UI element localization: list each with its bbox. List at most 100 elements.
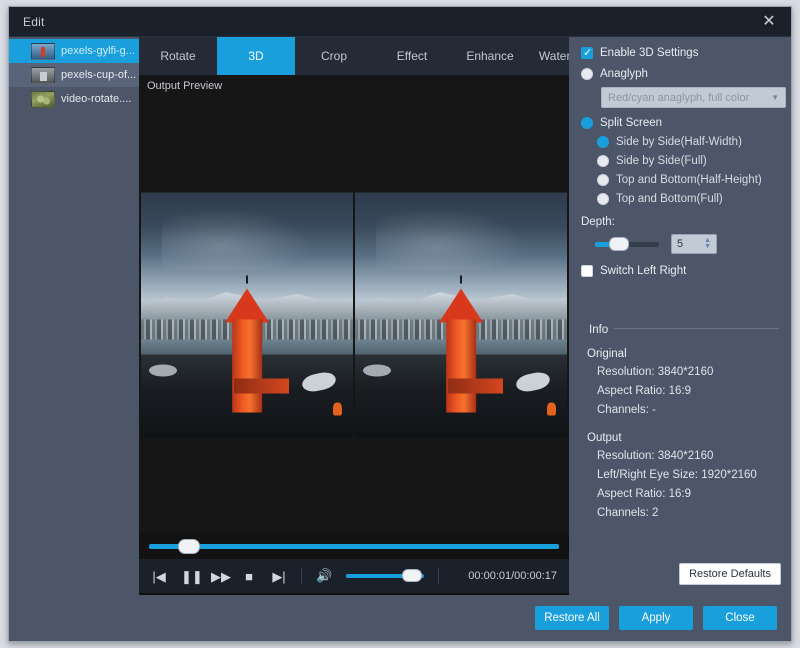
window-body: pexels-gylfi-g... pexels-cup-of... video… <box>9 37 791 595</box>
depth-value: 5 <box>677 238 683 250</box>
info-output-heading: Output <box>587 432 779 444</box>
pause-icon[interactable]: ❚❚ <box>181 570 197 583</box>
info-original-aspect: Aspect Ratio: 16:9 <box>597 385 779 397</box>
enable-3d-checkbox[interactable] <box>581 47 593 59</box>
info-original-channels: Channels: - <box>597 404 779 416</box>
lighthouse-body-shape <box>446 320 476 413</box>
split-screen-radio[interactable] <box>581 117 593 129</box>
editor-main: Rotate 3D Crop Effect Enhance Watermark … <box>139 37 569 595</box>
traffic-cone-shape <box>333 402 342 415</box>
fast-forward-icon[interactable]: ▶▶ <box>211 570 227 583</box>
apply-button[interactable]: Apply <box>619 606 693 630</box>
tab-effect[interactable]: Effect <box>373 37 451 75</box>
info-original-heading: Original <box>587 348 779 360</box>
list-item[interactable]: video-rotate.... <box>9 87 139 111</box>
tab-rotate[interactable]: Rotate <box>139 37 217 75</box>
lighthouse-base-shape <box>234 379 289 394</box>
depth-label: Depth: <box>581 216 791 228</box>
anaglyph-select-value: Red/cyan anaglyph, full color <box>608 92 749 104</box>
file-thumbnail-icon <box>31 43 55 60</box>
divider <box>438 568 439 584</box>
tab-enhance[interactable]: Enhance <box>451 37 529 75</box>
video-preview-3d <box>139 193 569 438</box>
lighthouse-roof-shape <box>225 288 269 322</box>
info-output-aspect: Aspect Ratio: 16:9 <box>597 488 779 500</box>
anaglyph-select[interactable]: Red/cyan anaglyph, full color ▼ <box>601 87 786 108</box>
close-icon[interactable]: ✕ <box>747 7 791 37</box>
info-group: Info Original Resolution: 3840*2160 Aspe… <box>581 320 779 526</box>
depth-slider[interactable] <box>595 242 659 247</box>
list-item[interactable]: pexels-gylfi-g... <box>9 39 139 63</box>
split-option-radio[interactable] <box>597 193 609 205</box>
stop-icon[interactable]: ■ <box>241 570 257 583</box>
split-option-radio[interactable] <box>597 136 609 148</box>
anaglyph-label: Anaglyph <box>600 68 648 80</box>
enable-3d-label: Enable 3D Settings <box>600 47 698 59</box>
tab-3d[interactable]: 3D <box>217 37 295 75</box>
switch-left-right-row[interactable]: Switch Left Right <box>581 265 791 277</box>
list-item[interactable]: pexels-cup-of... <box>9 63 139 87</box>
file-thumbnail-icon <box>31 91 55 108</box>
split-option-side-full[interactable]: Side by Side(Full) <box>597 155 791 167</box>
snow-patch-shape <box>149 364 177 376</box>
info-original-resolution: Resolution: 3840*2160 <box>597 366 779 378</box>
split-option-top-bottom-full[interactable]: Top and Bottom(Full) <box>597 193 791 205</box>
info-output-eye-size: Left/Right Eye Size: 1920*2160 <box>597 469 779 481</box>
preview-panel: Output Preview <box>139 75 569 595</box>
scrubber-row <box>139 533 569 559</box>
seek-slider[interactable] <box>149 544 559 549</box>
stepper-down-icon[interactable]: ▼ <box>704 244 711 250</box>
depth-row: 5 ▲ ▼ <box>581 234 791 254</box>
snow-patch-shape <box>363 364 391 376</box>
info-output-resolution: Resolution: 3840*2160 <box>597 450 779 462</box>
split-option-radio[interactable] <box>597 155 609 167</box>
split-option-label: Side by Side(Half-Width) <box>616 136 742 148</box>
lighthouse-roof-shape <box>439 288 483 322</box>
window-title: Edit <box>9 15 44 29</box>
dialog-footer: Restore All Apply Close <box>9 595 791 641</box>
file-thumbnail-icon <box>31 67 55 84</box>
transport-bar: |◀ ❚❚ ▶▶ ■ ▶| 🔊 00:00:01/00:00:17 <box>139 533 569 595</box>
restore-all-button[interactable]: Restore All <box>535 606 609 630</box>
lighthouse-body-shape <box>232 320 262 413</box>
depth-slider-handle[interactable] <box>609 237 629 251</box>
restore-defaults-button[interactable]: Restore Defaults <box>679 563 781 585</box>
split-screen-row[interactable]: Split Screen <box>581 117 791 129</box>
cloud-shape <box>162 207 310 271</box>
tab-crop[interactable]: Crop <box>295 37 373 75</box>
lighthouse-tip-shape <box>246 276 248 284</box>
split-option-label: Top and Bottom(Full) <box>616 193 723 205</box>
split-option-radio[interactable] <box>597 174 609 186</box>
timecode-display: 00:00:01/00:00:17 <box>468 570 557 582</box>
list-item-label: video-rotate.... <box>61 93 131 105</box>
split-option-label: Top and Bottom(Half-Height) <box>616 174 762 186</box>
info-output-channels: Channels: 2 <box>597 507 779 519</box>
volume-slider-handle[interactable] <box>402 569 422 582</box>
volume-icon[interactable]: 🔊 <box>316 568 332 584</box>
anaglyph-row[interactable]: Anaglyph <box>581 68 791 80</box>
depth-stepper[interactable]: 5 ▲ ▼ <box>671 234 717 254</box>
chevron-down-icon: ▼ <box>771 93 779 102</box>
edit-window: Edit ✕ pexels-gylfi-g... pexels-cup-of..… <box>8 6 792 642</box>
file-list-sidebar: pexels-gylfi-g... pexels-cup-of... video… <box>9 37 139 595</box>
enable-3d-row[interactable]: Enable 3D Settings <box>581 47 791 59</box>
left-eye-frame <box>141 193 353 438</box>
split-option-label: Side by Side(Full) <box>616 155 707 167</box>
volume-slider[interactable] <box>346 574 424 578</box>
seek-slider-handle[interactable] <box>178 539 200 554</box>
skip-previous-icon[interactable]: |◀ <box>151 570 167 583</box>
switch-left-right-checkbox[interactable] <box>581 265 593 277</box>
skip-next-icon[interactable]: ▶| <box>271 570 287 583</box>
stepper-arrows-icon[interactable]: ▲ ▼ <box>704 238 711 250</box>
title-bar: Edit ✕ <box>9 7 791 37</box>
close-button[interactable]: Close <box>703 606 777 630</box>
settings-panel: Enable 3D Settings Anaglyph Red/cyan ana… <box>569 37 791 595</box>
list-item-label: pexels-gylfi-g... <box>61 45 135 57</box>
switch-left-right-label: Switch Left Right <box>600 265 686 277</box>
anaglyph-radio[interactable] <box>581 68 593 80</box>
split-option-top-bottom-half[interactable]: Top and Bottom(Half-Height) <box>597 174 791 186</box>
split-option-side-half-width[interactable]: Side by Side(Half-Width) <box>597 136 791 148</box>
lighthouse-tip-shape <box>460 276 462 284</box>
traffic-cone-shape <box>547 402 556 415</box>
info-body: Original Resolution: 3840*2160 Aspect Ra… <box>581 348 779 519</box>
